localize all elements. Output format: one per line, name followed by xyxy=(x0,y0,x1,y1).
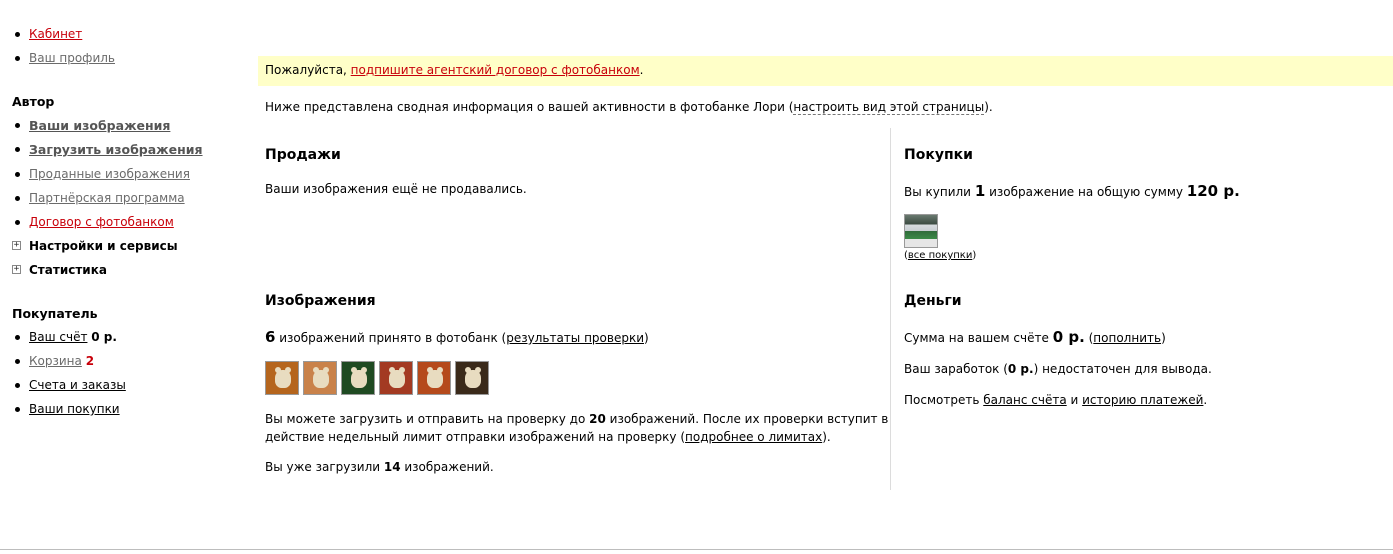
close-paren: ) xyxy=(972,250,977,261)
balance-value: 0 р. xyxy=(1052,328,1085,346)
sales-text: Ваши изображения ещё не продавались. xyxy=(265,182,527,196)
intro-prefix: Ниже представлена сводная информация о в… xyxy=(265,100,794,114)
image-thumbnail[interactable] xyxy=(455,361,489,395)
all-purchases-link[interactable]: все покупки xyxy=(908,250,972,261)
balance-text-c: ) xyxy=(1161,331,1166,345)
expand-plus-icon[interactable]: + xyxy=(12,241,21,250)
expand-plus-icon[interactable]: + xyxy=(12,265,21,274)
image-thumbnail[interactable] xyxy=(417,361,451,395)
sidebar-link-cart[interactable]: Корзина xyxy=(29,354,82,368)
notice-suffix: . xyxy=(639,63,644,77)
view-text-end: . xyxy=(1203,393,1208,407)
sidebar-label-settings[interactable]: Настройки и сервисы xyxy=(29,239,178,253)
earn-text-a: Ваш заработок ( xyxy=(904,362,1008,376)
bullet-icon xyxy=(15,359,20,364)
topup-link[interactable]: пополнить xyxy=(1093,331,1161,345)
bullet-icon xyxy=(15,407,20,412)
bullet-icon xyxy=(15,56,20,61)
bullet-icon xyxy=(15,196,20,201)
balance-text-a: Сумма на вашем счёте xyxy=(904,331,1053,345)
check-results-link[interactable]: результаты проверки xyxy=(506,331,644,345)
earnings-value: 0 р. xyxy=(1007,362,1034,376)
uploaded-count-line: Вы уже загрузили 14 изображений. xyxy=(265,460,494,474)
sidebar-link-invoices[interactable]: Счета и заказы xyxy=(29,378,126,392)
intro-suffix: ). xyxy=(984,100,993,114)
money-view-links: Посмотреть баланс счёта и историю платеж… xyxy=(904,393,1207,407)
uploaded-number: 14 xyxy=(383,460,401,474)
sidebar-link-sold[interactable]: Проданные изображения xyxy=(29,167,190,181)
account-balance-link[interactable]: баланс счёта xyxy=(983,393,1066,407)
view-text-a: Посмотреть xyxy=(904,393,984,407)
image-thumbnail[interactable] xyxy=(379,361,413,395)
purchases-summary: Вы купили 1 изображение на общую сумму 1… xyxy=(904,182,1240,200)
image-thumbnail[interactable] xyxy=(303,361,337,395)
bullet-icon xyxy=(15,383,20,388)
limit-text-a: Вы можете загрузить и отправить на прове… xyxy=(265,412,590,426)
sidebar-link-my-images[interactable]: Ваши изображения xyxy=(29,118,170,133)
sidebar-link-purchases[interactable]: Ваши покупки xyxy=(29,402,120,416)
limit-text-b: изображений. После их проверки вступит в xyxy=(605,412,889,426)
sidebar-heading-buyer: Покупатель xyxy=(12,306,98,321)
notice-prefix: Пожалуйста, xyxy=(265,63,351,77)
sales-title: Продажи xyxy=(265,147,341,163)
bear-figure xyxy=(389,367,405,388)
bear-figure xyxy=(427,367,443,388)
images-title: Изображения xyxy=(265,293,376,309)
sidebar-link-contract[interactable]: Договор с фотобанком xyxy=(29,215,174,229)
bullet-icon xyxy=(15,220,20,225)
all-purchases: (все покупки) xyxy=(904,250,976,261)
bullet-icon xyxy=(15,123,20,128)
purchases-text-b: изображение на общую сумму xyxy=(985,185,1187,199)
intro-text: Ниже представлена сводная информация о в… xyxy=(265,100,993,115)
money-earnings: Ваш заработок (0 р.) недостаточен для вы… xyxy=(904,362,1212,376)
bear-figure xyxy=(313,367,329,388)
sidebar-link-profile[interactable]: Ваш профиль xyxy=(29,51,115,65)
bullet-icon xyxy=(15,335,20,340)
account-balance: 0 р. xyxy=(91,330,117,344)
sidebar-label-stats[interactable]: Статистика xyxy=(29,263,107,277)
purchases-text-a: Вы купили xyxy=(904,185,975,199)
limit-text-d: ). xyxy=(822,430,831,444)
bear-figure xyxy=(465,367,481,388)
bullet-icon xyxy=(15,172,20,177)
images-text: изображений принято в фотобанк ( xyxy=(275,331,507,345)
bear-figure xyxy=(275,367,291,388)
limit-text-c: действие недельный лимит отправки изобра… xyxy=(265,430,686,444)
bullet-icon xyxy=(15,147,20,152)
purchases-count: 1 xyxy=(974,182,986,200)
money-balance: Сумма на вашем счёте 0 р. (пополнить) xyxy=(904,328,1166,346)
bullet-icon xyxy=(15,32,20,37)
image-thumbnail[interactable] xyxy=(341,361,375,395)
images-suffix: ) xyxy=(644,331,649,345)
limits-info-link[interactable]: подробнее о лимитах xyxy=(685,430,822,444)
upload-limit-line1: Вы можете загрузить и отправить на прове… xyxy=(265,412,888,426)
configure-view-link[interactable]: настроить вид этой страницы xyxy=(793,100,985,115)
notice-sign-contract-link[interactable]: подпишите агентский договор с фотобанком xyxy=(351,63,640,77)
purchases-sum: 120 р. xyxy=(1186,182,1240,200)
purchase-thumbnail[interactable] xyxy=(904,214,938,248)
bear-figure xyxy=(351,367,367,388)
images-count: 6 xyxy=(265,328,276,346)
sidebar-link-account[interactable]: Ваш счёт xyxy=(29,330,87,344)
images-accepted: 6 изображений принято в фотобанк (резуль… xyxy=(265,328,649,346)
uploaded-text-b: изображений. xyxy=(400,460,494,474)
upload-limit-line2: действие недельный лимит отправки изобра… xyxy=(265,430,831,444)
money-title: Деньги xyxy=(904,293,962,309)
payment-history-link[interactable]: историю платежей xyxy=(1082,393,1203,407)
footer-divider xyxy=(0,549,1393,550)
sidebar-link-cabinet[interactable]: Кабинет xyxy=(29,27,82,41)
column-divider xyxy=(890,128,891,490)
earn-text-b: ) недостаточен для вывода. xyxy=(1033,362,1212,376)
cart-count-badge: 2 xyxy=(85,354,95,368)
purchases-title: Покупки xyxy=(904,147,973,163)
sidebar-link-upload[interactable]: Загрузить изображения xyxy=(29,142,203,157)
view-text-and: и xyxy=(1066,393,1083,407)
uploaded-text-a: Вы уже загрузили xyxy=(265,460,384,474)
image-thumbnail[interactable] xyxy=(265,361,299,395)
limit-number: 20 xyxy=(589,412,606,426)
image-thumbnails xyxy=(265,361,489,395)
sidebar-heading-author: Автор xyxy=(12,94,55,109)
contract-notice: Пожалуйста, подпишите агентский договор … xyxy=(258,56,1393,86)
sidebar-link-partner[interactable]: Партнёрская программа xyxy=(29,191,185,205)
